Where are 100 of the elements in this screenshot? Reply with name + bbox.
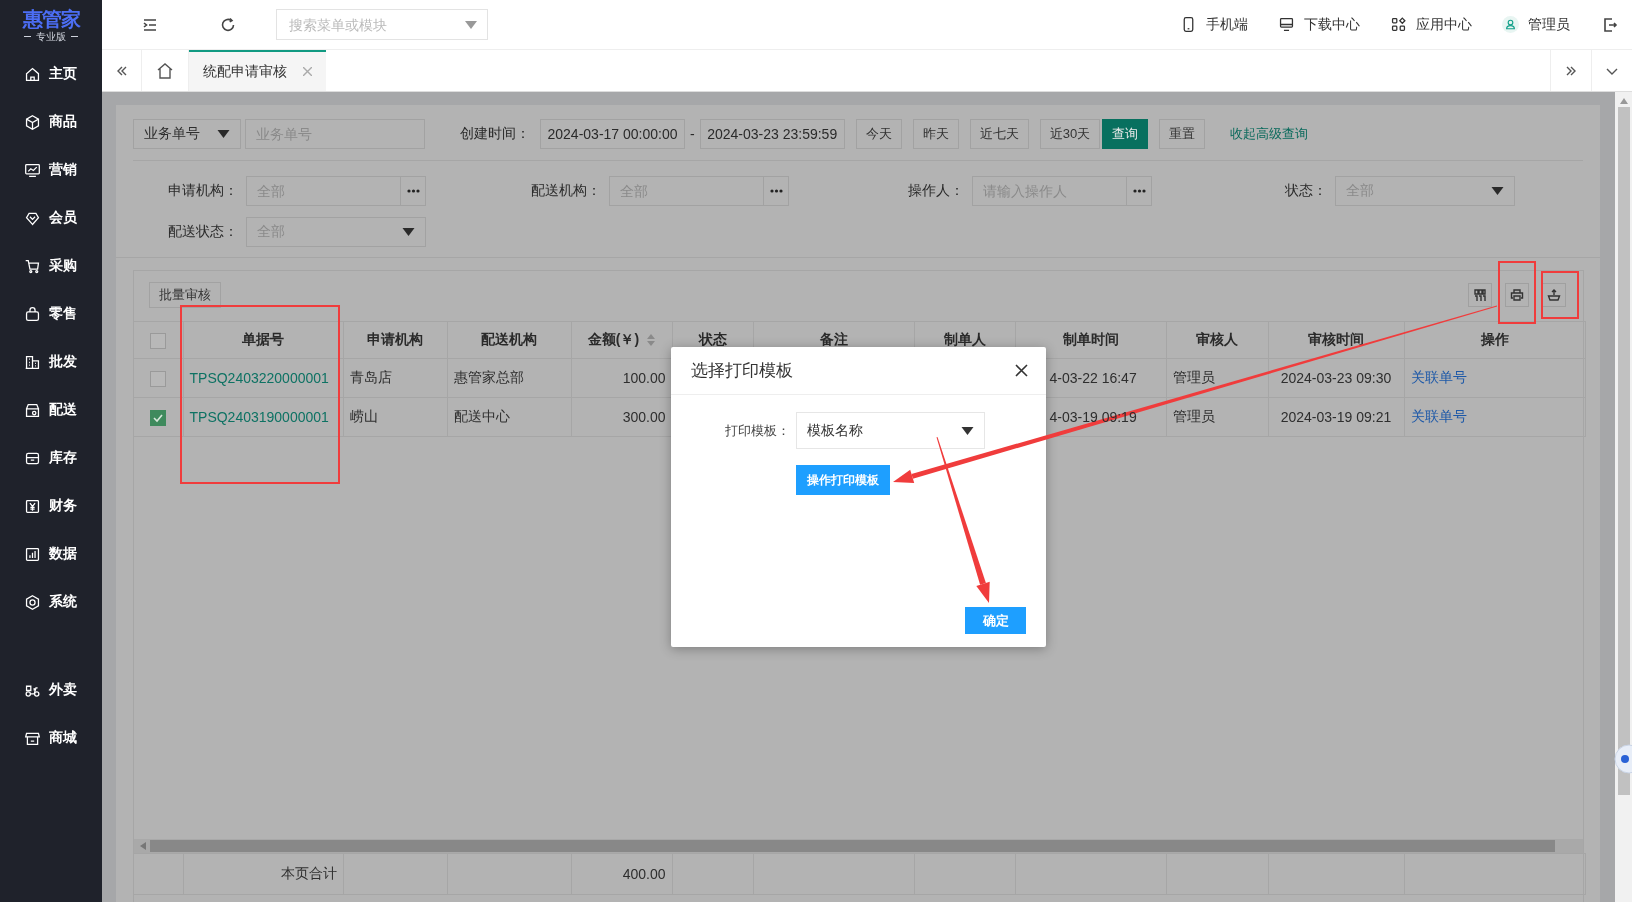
table-cell: 2024-03-19 09:21 [1280,409,1392,425]
quick-date-button[interactable]: 今天 [855,119,902,149]
menu-icon [142,16,158,33]
highlight-box [1498,261,1536,324]
delivery-icon [24,401,41,419]
menu-search-field[interactable]: 搜索菜单或模块 [287,15,465,34]
refresh-button[interactable] [220,16,236,33]
yen-icon [24,497,41,515]
cart-icon [24,257,41,275]
nav-item[interactable]: 库存 [0,434,102,482]
nav-item[interactable]: 批发 [0,338,102,386]
export-button[interactable] [1542,283,1566,307]
quick-date-button[interactable]: 近七天 [969,119,1029,149]
ellipsis-icon [769,189,783,193]
table-cell: 300.00 [622,409,666,425]
batch-review-button[interactable]: 批量审核 [149,282,221,308]
assistant-icon[interactable] [1612,742,1632,776]
quick-date-button[interactable]: 近30天 [1039,119,1101,149]
date-separator: - [690,126,695,142]
bag-icon [24,305,41,323]
column-header: 申请机构 [367,331,423,347]
nav-item[interactable]: 主页 [0,50,102,98]
menu-search-select[interactable]: 搜索菜单或模块 [276,9,488,40]
column-header: 备注 [819,331,848,347]
nav-item[interactable]: 营销 [0,146,102,194]
column-header: 制单人 [943,331,986,347]
page-tab[interactable]: 统配申请审核 [189,50,326,91]
quick-date-button[interactable]: 昨天 [912,119,959,149]
dialog-title: 选择打印模板 [691,360,793,382]
bar-chart-icon [24,545,41,563]
row-checkbox[interactable] [150,409,167,426]
field-label: 状态： [1284,182,1327,200]
table-cell: 本页合计 [280,865,337,881]
field-label: 申请机构： [167,182,238,200]
row-checkbox[interactable] [150,370,167,387]
table-cell: 2024-03-23 09:30 [1280,370,1392,386]
home-icon [24,65,41,83]
column-header: 审核人 [1196,331,1238,347]
chart-screen-icon [24,161,41,179]
highlight-box [1541,271,1579,319]
header-link[interactable]: 下载中心 [1278,15,1360,34]
nav-item[interactable]: 系统 [0,578,102,626]
column-header: 审核时间 [1308,331,1364,347]
menu-button[interactable] [142,16,158,33]
settings-icon [24,593,41,611]
logo-name: 惠管家 [22,7,80,30]
scroll-left-arrow-icon[interactable] [140,842,146,850]
header-link[interactable]: 应用中心 [1390,15,1472,34]
column-header: 制单时间 [1062,331,1119,347]
select-all-checkbox[interactable] [150,332,167,349]
nav-item[interactable]: 商城 [0,714,102,762]
query-button[interactable]: 查询 [1102,119,1149,149]
nav-item[interactable]: 配送 [0,386,102,434]
header-link[interactable]: 手机端 [1180,15,1248,34]
ellipsis-icon [406,189,420,193]
grid-icon [1473,288,1487,302]
column-header: 状态 [698,331,727,347]
reset-button[interactable]: 重置 [1159,119,1206,149]
print-button[interactable] [1505,283,1529,307]
user-menu[interactable]: 管理员 [1502,15,1570,34]
field-label: 配送机构： [530,182,601,200]
nav-item[interactable]: 零售 [0,290,102,338]
column-header: 配送机构 [481,331,537,347]
template-select[interactable]: 模板名称 [796,412,985,449]
columns-button[interactable] [1468,283,1492,307]
ellipsis-icon [1132,189,1146,193]
close-icon[interactable] [1015,364,1028,377]
table-cell: 青岛店 [349,369,392,385]
logout-button[interactable] [1602,16,1618,33]
more-button[interactable] [1127,176,1152,206]
caret-icon [402,228,415,236]
sort-icon[interactable] [647,334,656,347]
table-cell: 4-03-22 16:47 [1049,370,1137,386]
more-button[interactable] [764,176,789,206]
scroll-up-arrow-icon[interactable] [1619,98,1628,104]
nav-item[interactable]: 外卖 [0,666,102,714]
building-icon [24,353,41,371]
nav-item[interactable]: 商品 [0,98,102,146]
vertical-scrollbar[interactable] [1615,92,1632,902]
nav-item[interactable]: 财务 [0,482,102,530]
field-label: 配送状态： [167,223,238,241]
table-cell: 管理员 [1172,369,1215,385]
date-field[interactable]: 2024-03-23 23:59:59 [699,119,845,149]
nav-item[interactable]: 数据 [0,530,102,578]
column-header: 操作 [1480,331,1509,347]
nav-item[interactable]: 采购 [0,242,102,290]
export-tray-icon [1547,288,1561,302]
search-type-select[interactable]: 业务单号 [133,119,241,149]
date-field[interactable]: 2024-03-17 00:00:00 [540,119,685,149]
column-header: 单据号 [242,331,284,347]
refresh-icon [220,16,236,33]
cube-icon [24,113,41,131]
table-cell: 配送中心 [453,408,510,424]
table-cell: 崂山 [349,408,378,424]
caret-icon [1491,187,1504,195]
horizontal-scrollbar[interactable] [134,839,1583,853]
nav-item[interactable]: 会员 [0,194,102,242]
table-cell: 100.00 [622,370,666,386]
more-button[interactable] [401,176,426,206]
user-avatar-icon [1502,16,1519,33]
